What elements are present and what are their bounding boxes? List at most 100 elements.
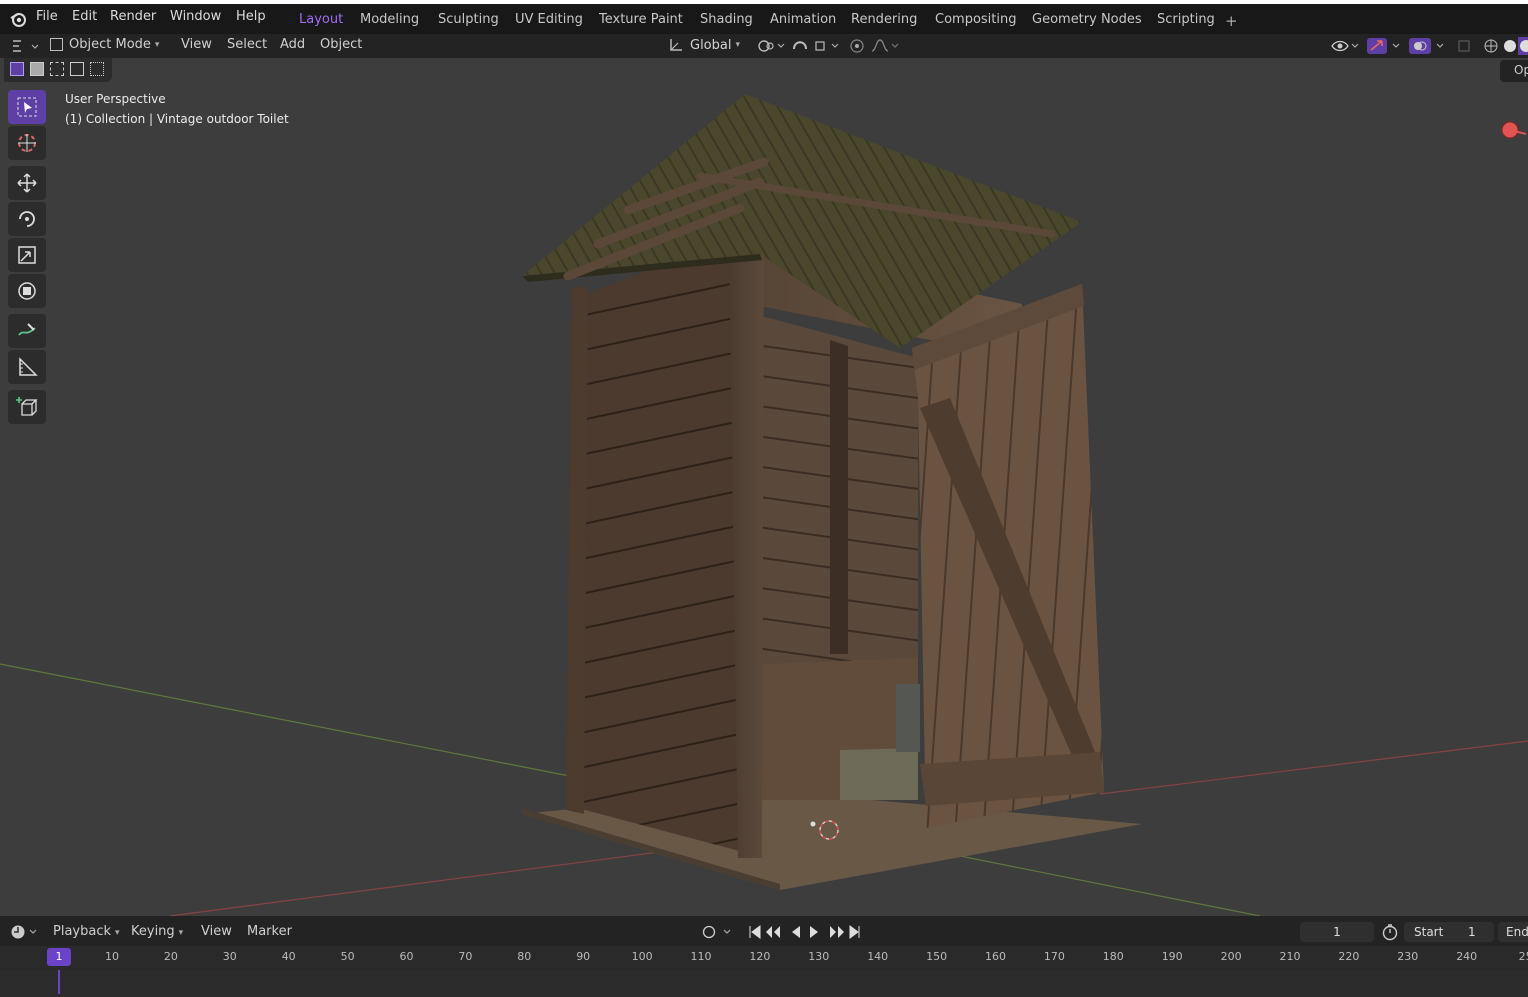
timeline-tick: 240 <box>1456 950 1478 963</box>
tab-texture-paint[interactable]: Texture Paint <box>599 12 683 27</box>
playhead[interactable] <box>58 970 60 994</box>
measure-icon <box>19 357 38 376</box>
scale-tool[interactable] <box>8 238 46 272</box>
selection-mode-group <box>4 58 112 82</box>
timeline-tick: 90 <box>576 950 591 963</box>
select-menu[interactable]: Select <box>227 37 267 52</box>
select-intersect-icon[interactable] <box>90 62 104 76</box>
transform-tool[interactable] <box>8 274 46 308</box>
timeline-tick: 10 <box>105 950 119 963</box>
tab-animation[interactable]: Animation <box>770 12 836 27</box>
select-box-icon <box>17 97 37 117</box>
tab-layout[interactable]: Layout <box>299 12 343 27</box>
end-frame-field[interactable]: End <box>1498 922 1528 942</box>
jump-end-icon <box>849 925 860 939</box>
select-new-icon[interactable] <box>10 62 24 76</box>
mode-label: Object Mode <box>69 37 151 52</box>
timeline-ruler[interactable]: 1 10 20 30 40 50 60 70 80 90 100 110 120 130 140 150 16… <box>0 946 1528 970</box>
stopwatch-icon[interactable] <box>1381 923 1399 941</box>
blender-logo-icon[interactable] <box>9 10 27 28</box>
object-mode-icon <box>50 38 63 51</box>
timeline-tick: 50 <box>340 950 355 963</box>
jump-start-icon <box>749 925 761 939</box>
rotate-tool[interactable] <box>8 202 46 236</box>
cursor-icon <box>18 134 36 152</box>
timeline-tick: 20 <box>163 950 178 963</box>
timeline-tick: 100 <box>631 950 653 963</box>
start-label: Start <box>1414 925 1444 939</box>
shading-mode-icons[interactable] <box>1456 37 1528 55</box>
tab-geometry-nodes[interactable]: Geometry Nodes <box>1032 12 1142 27</box>
current-frame-indicator[interactable]: 1 <box>47 948 71 966</box>
play-reverse-icon <box>792 926 800 938</box>
timeline-tick: 80 <box>517 950 532 963</box>
keying-label: Keying <box>131 924 175 939</box>
chevron-down-icon: ▾ <box>154 39 160 50</box>
visibility-icon[interactable] <box>1330 37 1360 55</box>
add-menu[interactable]: Add <box>280 37 305 52</box>
auto-keying-icon[interactable] <box>700 924 738 940</box>
tab-scripting[interactable]: Scripting <box>1157 12 1215 27</box>
menu-edit[interactable]: Edit <box>72 9 97 24</box>
scale-icon <box>18 246 36 264</box>
add-workspace-icon[interactable]: + <box>1225 12 1238 30</box>
select-subtract-icon[interactable] <box>50 62 64 76</box>
rotate-icon <box>19 211 35 227</box>
select-invert-icon[interactable] <box>70 62 84 76</box>
playback-label: Playback <box>53 924 112 939</box>
marker-menu[interactable]: Marker <box>247 924 292 939</box>
measure-tool[interactable] <box>8 350 46 384</box>
orientation-dropdown[interactable]: Global ▾ <box>668 37 740 53</box>
3d-viewport[interactable]: Op User Perspective (1) Collection | Vin… <box>0 58 1528 916</box>
timeline-tick: 30 <box>222 950 237 963</box>
add-cube-icon <box>16 397 38 416</box>
next-keyframe-icon <box>830 926 844 938</box>
overlay-toggle-icon[interactable] <box>1408 37 1448 55</box>
playback-controls[interactable] <box>746 924 866 940</box>
timeline-tick: 25 <box>1518 950 1528 963</box>
mode-dropdown[interactable]: Object Mode ▾ <box>50 37 159 52</box>
menu-help[interactable]: Help <box>236 9 266 24</box>
annotate-tool[interactable] <box>8 314 46 348</box>
options-label: Op <box>1514 63 1528 77</box>
menu-window[interactable]: Window <box>170 9 221 24</box>
current-frame-field[interactable]: 1 <box>1300 922 1374 942</box>
play-icon <box>810 926 818 938</box>
snap-icon[interactable] <box>790 37 842 55</box>
timeline-editor-icon[interactable] <box>10 924 40 940</box>
timeline-tick: 230 <box>1397 950 1419 963</box>
orientation-label: Global <box>690 37 732 53</box>
timeline-tick: 210 <box>1279 950 1301 963</box>
timeline-view-menu[interactable]: View <box>201 924 232 939</box>
menu-render[interactable]: Render <box>110 9 156 24</box>
object-menu[interactable]: Object <box>320 37 362 52</box>
timeline-tick: 170 <box>1043 950 1065 963</box>
select-extend-icon[interactable] <box>30 62 44 76</box>
editor-type-icon[interactable] <box>10 37 38 55</box>
tab-sculpting[interactable]: Sculpting <box>438 12 499 27</box>
proportional-editing-icon[interactable] <box>848 37 904 55</box>
timeline-tick: 180 <box>1102 950 1124 963</box>
move-tool[interactable] <box>8 166 46 200</box>
select-box-tool[interactable] <box>8 90 46 124</box>
tab-modeling[interactable]: Modeling <box>360 12 419 27</box>
timeline-track[interactable] <box>0 970 1528 997</box>
options-button[interactable]: Op <box>1500 60 1528 82</box>
tab-compositing[interactable]: Compositing <box>935 12 1017 27</box>
tab-rendering[interactable]: Rendering <box>851 12 917 27</box>
start-frame-field[interactable]: Start 1 <box>1404 922 1494 942</box>
playback-menu[interactable]: Playback ▾ <box>53 924 120 939</box>
pivot-point-icon[interactable] <box>756 38 788 54</box>
perspective-label: User Perspective <box>65 92 166 106</box>
chevron-down-icon: ▾ <box>178 928 184 938</box>
keying-menu[interactable]: Keying ▾ <box>131 924 183 939</box>
start-value: 1 <box>1468 925 1476 939</box>
gizmo-toggle-icon[interactable] <box>1366 37 1404 55</box>
tab-uv-editing[interactable]: UV Editing <box>515 12 583 27</box>
add-cube-tool[interactable] <box>8 390 46 424</box>
tab-shading[interactable]: Shading <box>700 12 753 27</box>
menu-file[interactable]: File <box>36 9 58 24</box>
view-menu[interactable]: View <box>181 37 212 52</box>
cursor-tool[interactable] <box>8 126 46 160</box>
transform-icon <box>18 282 36 300</box>
